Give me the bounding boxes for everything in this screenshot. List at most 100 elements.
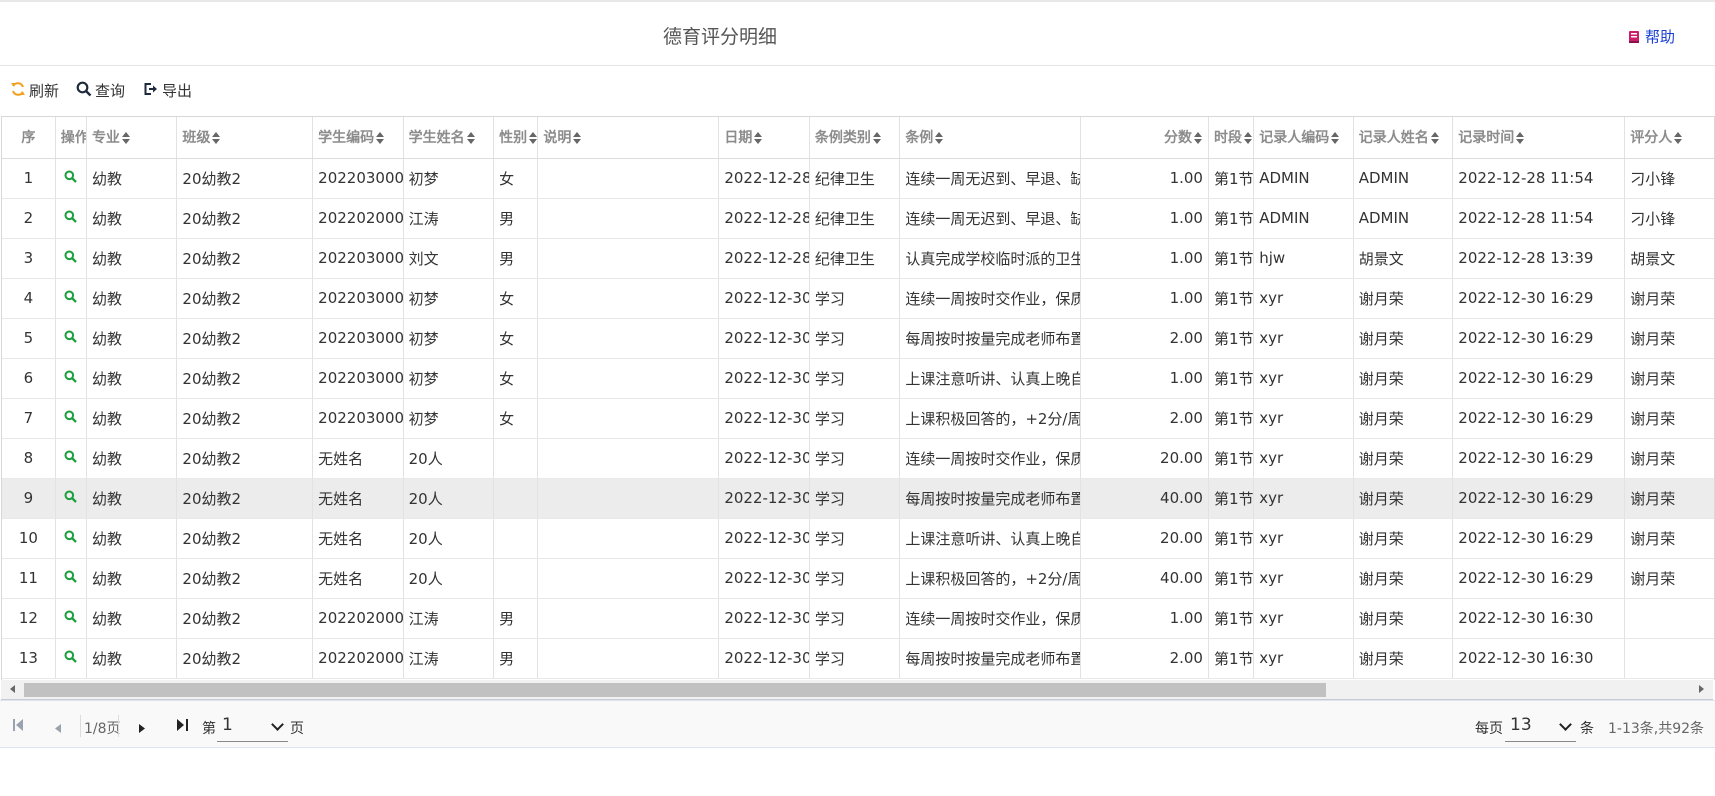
help-button[interactable]: 帮助 [1628, 26, 1675, 47]
row-number: 7 [2, 398, 56, 439]
view-detail-icon[interactable] [64, 609, 78, 627]
sort-icon[interactable] [1193, 132, 1203, 145]
table-cell: 连续一周无迟到、早退、缺 [899, 198, 1082, 239]
table-row[interactable]: 10 幼教 20幼教2 无姓名 20人 2022-12-30 学习 上课注意听讲、认真上晚自 2… [2, 518, 1714, 559]
sort-icon[interactable] [121, 132, 131, 145]
column-header-label: 操作 [60, 130, 87, 147]
table-cell: 胡景文 [1353, 238, 1454, 279]
column-header[interactable]: 条例类别 [809, 117, 901, 159]
table-cell: xyr [1253, 278, 1354, 319]
sort-icon[interactable] [1331, 132, 1340, 145]
page-prefix: 第 [202, 721, 216, 737]
table-cell: 刁小锋 [1624, 158, 1714, 199]
sort-icon[interactable] [212, 132, 221, 145]
view-detail-icon[interactable] [64, 569, 78, 587]
table-row[interactable]: 12 幼教20幼教22022020002江涛男 2022-12-30学习连续一周按时… [2, 598, 1714, 639]
table-row[interactable]: 6 幼教20幼教22022030008初梦女 2022-12-30学习上课注意听讲、… [2, 358, 1714, 399]
column-header[interactable]: 专业 [86, 117, 178, 159]
sort-icon[interactable] [466, 132, 476, 145]
view-detail-icon[interactable] [64, 169, 78, 187]
view-detail-icon[interactable] [64, 649, 78, 667]
sort-icon[interactable] [1674, 132, 1683, 145]
column-header[interactable]: 学生编码 [312, 117, 404, 159]
first-page-button[interactable] [13, 719, 24, 735]
sort-icon[interactable] [529, 132, 537, 145]
last-page-button[interactable] [177, 719, 188, 735]
column-header[interactable]: 条例 [899, 117, 1082, 159]
column-header[interactable]: 时段 [1208, 117, 1255, 159]
table-cell: 纪律卫生 [809, 238, 901, 279]
sort-icon[interactable] [1516, 132, 1525, 145]
sort-icon[interactable] [1430, 132, 1440, 145]
column-header[interactable]: 操作 [55, 117, 87, 159]
table-row[interactable]: 5 幼教20幼教22022030008初梦女 2022-12-30学习每周按时按量完… [2, 318, 1714, 359]
table-cell: 20人 [403, 518, 495, 559]
table-row[interactable]: 13 幼教20幼教22022020002江涛男 2022-12-30学习每周按时按量… [2, 638, 1714, 679]
column-header[interactable]: 序 [2, 117, 56, 159]
column-header-label: 班级 [182, 130, 211, 147]
view-detail-icon[interactable] [64, 489, 78, 507]
view-detail-icon[interactable] [64, 409, 78, 427]
page-select[interactable]: 1 [217, 709, 288, 742]
table-row[interactable]: 9 幼教 20幼教2 无姓名 20人 2022-12-30 学习 每周按时按量完成老师布置 40… [2, 478, 1714, 519]
table-cell: 谢月荣 [1624, 358, 1714, 399]
scroll-thumb[interactable] [24, 683, 1326, 697]
view-detail-icon[interactable] [64, 249, 78, 267]
view-detail-icon[interactable] [64, 369, 78, 387]
table-cell: 幼教 [86, 158, 178, 199]
scroll-left-arrow[interactable] [10, 685, 15, 693]
table-cell [1624, 598, 1714, 639]
export-button[interactable]: 导出 [143, 80, 192, 101]
table-cell: 20幼教2 [176, 358, 314, 399]
row-number: 9 [2, 478, 56, 519]
column-header[interactable]: 分数 [1080, 117, 1209, 159]
column-header[interactable]: 说明 [537, 117, 720, 159]
table-cell: 初梦 [403, 318, 495, 359]
column-header[interactable]: 记录人编码 [1253, 117, 1354, 159]
prev-page-button[interactable] [55, 721, 61, 737]
table-cell: 2022-12-30 16:29 [1452, 358, 1626, 399]
view-detail-icon[interactable] [64, 449, 78, 467]
table-cell: 上课积极回答的，+2分/周 [899, 398, 1082, 439]
column-header-label: 分数 [1163, 130, 1192, 147]
view-detail-icon[interactable] [64, 529, 78, 547]
table-cell: 幼教 [86, 478, 178, 519]
table-body: 1幼教20幼教22022030008初梦女2022-12-28纪律卫生连续一周无… [2, 158, 1714, 679]
column-header-label: 说明 [543, 130, 572, 147]
scroll-right-arrow[interactable] [1699, 685, 1704, 693]
horizontal-scrollbar[interactable] [1, 680, 1713, 700]
sort-icon[interactable] [935, 132, 944, 145]
table-cell: 20幼教2 [176, 558, 314, 599]
per-page-select[interactable]: 13 [1505, 709, 1576, 742]
column-header[interactable]: 班级 [176, 117, 314, 159]
column-header[interactable]: 记录时间 [1452, 117, 1626, 159]
table-cell: 第1节 [1208, 558, 1255, 599]
table-row[interactable]: 7 幼教20幼教22022030008初梦女 2022-12-30学习上课积极回答的… [2, 398, 1714, 439]
view-detail-icon[interactable] [64, 289, 78, 307]
sort-icon[interactable] [754, 132, 763, 145]
refresh-button[interactable]: 刷新 [10, 80, 59, 101]
view-detail-icon[interactable] [64, 209, 78, 227]
column-header-label: 条例 [905, 130, 934, 147]
next-page-button[interactable] [139, 721, 145, 737]
column-header[interactable]: 日期 [718, 117, 810, 159]
table-row[interactable]: 1 幼教20幼教22022030008初梦女 2022-12-28纪律卫生连续一周无… [2, 158, 1714, 199]
table-row[interactable]: 2 幼教20幼教22022020002江涛男 2022-12-28纪律卫生连续一周无… [2, 198, 1714, 239]
column-header[interactable]: 学生姓名 [403, 117, 495, 159]
table-row[interactable]: 8 幼教 20幼教2 无姓名 20人 2022-12-30 学习 连续一周按时交作业，保质 20… [2, 438, 1714, 479]
table-row[interactable]: 11 幼教 20幼教2 无姓名 20人 2022-12-30 学习 上课积极回答的，+2分/周… [2, 558, 1714, 599]
sort-icon[interactable] [376, 132, 385, 145]
column-header[interactable]: 评分人 [1624, 117, 1714, 159]
query-button[interactable]: 查询 [76, 80, 125, 101]
column-header[interactable]: 性别 [493, 117, 539, 159]
column-header[interactable]: 记录人姓名 [1353, 117, 1454, 159]
table-row[interactable]: 3 幼教20幼教22022030002刘文男 2022-12-28纪律卫生认真完成学… [2, 238, 1714, 279]
table-cell: 连续一周按时交作业，保质 [899, 598, 1082, 639]
data-grid: 序 操作 专业 班级 学生编码 学生姓名 性别 说明 日期 条例类别 条例 分数 时段 记录人编码 记录人姓… [1, 116, 1715, 680]
sort-icon[interactable] [872, 132, 882, 145]
sort-icon[interactable] [573, 132, 582, 145]
table-row[interactable]: 4 幼教20幼教22022030008初梦女 2022-12-30学习连续一周按时交… [2, 278, 1714, 319]
table-cell: 20.00 [1080, 438, 1209, 479]
sort-icon[interactable] [1243, 132, 1253, 145]
view-detail-icon[interactable] [64, 329, 78, 347]
